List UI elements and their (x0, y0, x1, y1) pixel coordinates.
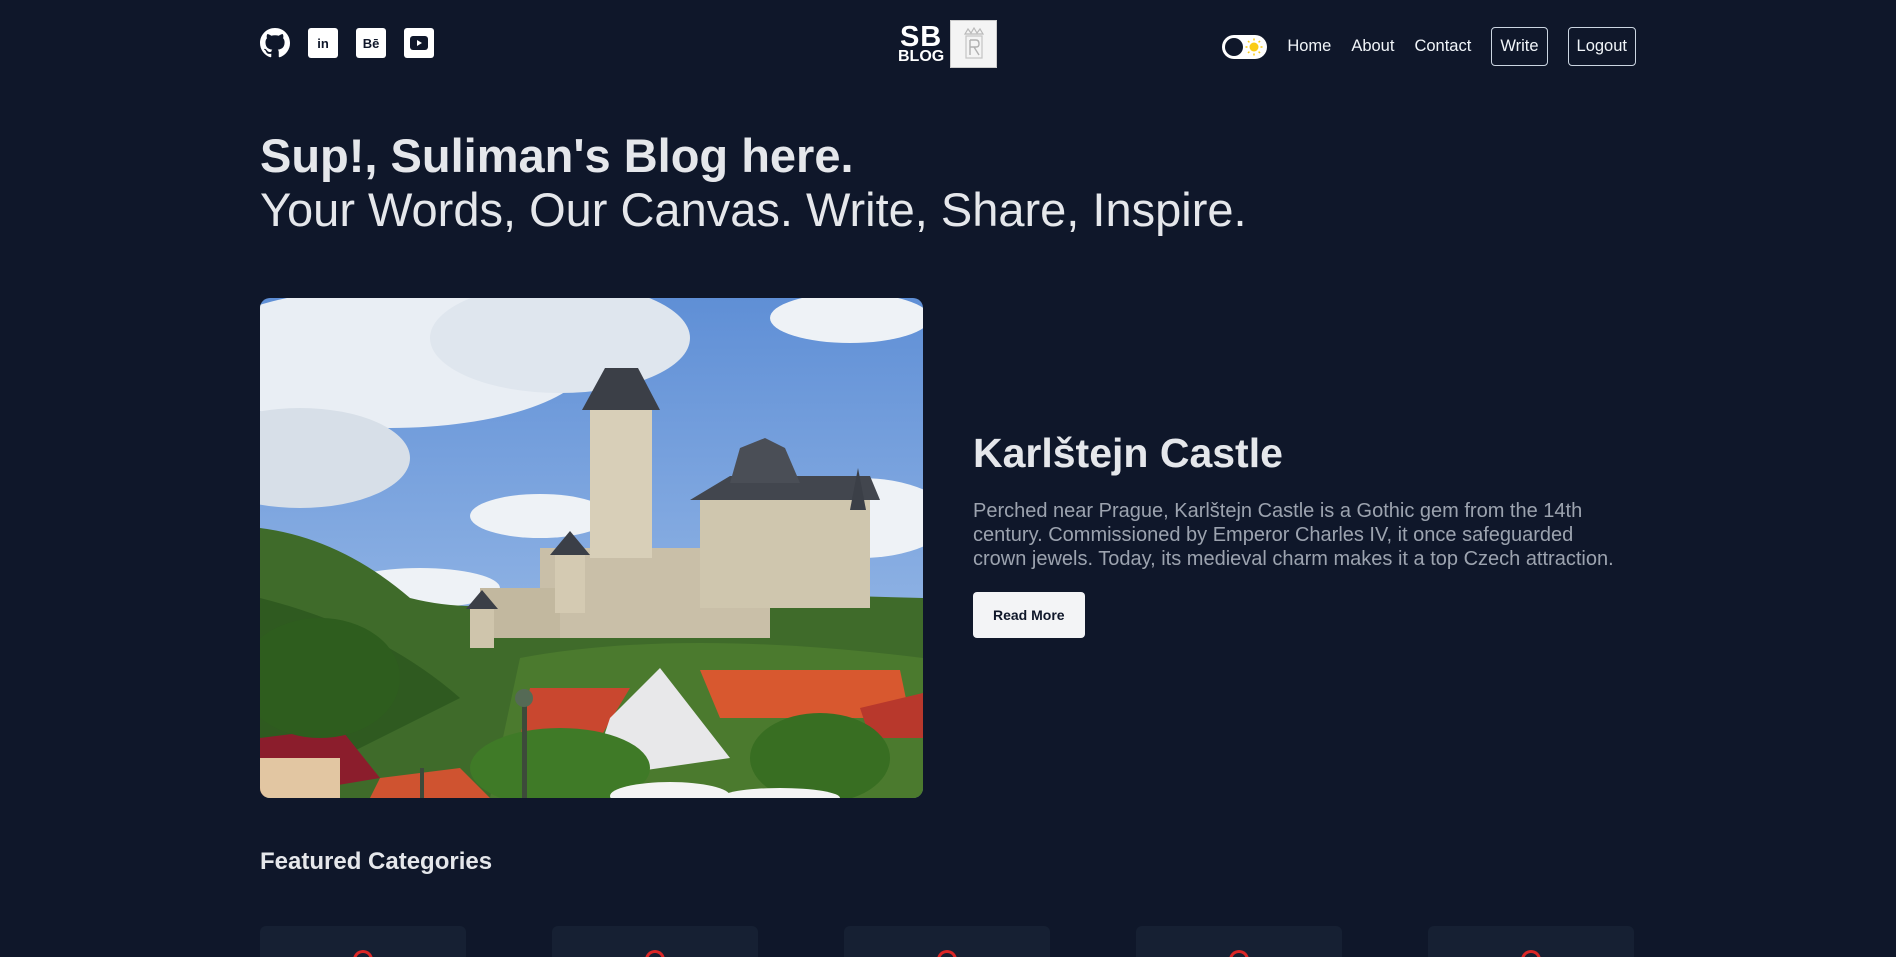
write-button[interactable]: Write (1491, 27, 1548, 66)
category-card[interactable] (1136, 926, 1342, 957)
behance-icon[interactable]: Bē (356, 28, 386, 58)
featured-image[interactable] (260, 298, 923, 798)
logo-text: SB BLOG (898, 20, 945, 65)
site-header: in Bē SB BLOG Home About Contact Write L… (260, 20, 1636, 68)
featured-post: Karlštejn Castle Perched near Prague, Ka… (973, 430, 1623, 638)
toggle-knob (1225, 37, 1244, 56)
sun-icon (1245, 38, 1263, 55)
youtube-icon[interactable] (404, 28, 434, 58)
nav-about[interactable]: About (1351, 37, 1394, 56)
category-icon (1521, 950, 1541, 957)
featured-description: Perched near Prague, Karlštejn Castle is… (973, 500, 1614, 570)
category-list (260, 926, 1634, 957)
category-card[interactable] (552, 926, 758, 957)
github-icon[interactable] (260, 28, 290, 58)
nav-home[interactable]: Home (1287, 37, 1331, 56)
category-icon (645, 950, 665, 957)
crest-icon (950, 20, 998, 68)
category-card[interactable] (1428, 926, 1634, 957)
nav-contact[interactable]: Contact (1414, 37, 1471, 56)
social-links: in Bē (260, 28, 434, 58)
category-card[interactable] (260, 926, 466, 957)
logout-button[interactable]: Logout (1567, 27, 1636, 66)
category-icon (353, 950, 373, 957)
site-logo[interactable]: SB BLOG (898, 20, 998, 68)
category-card[interactable] (844, 926, 1050, 957)
hero-subtitle: Your Words, Our Canvas. Write, Share, In… (260, 183, 1247, 236)
featured-title: Karlštejn Castle (973, 430, 1283, 476)
logo-line-1: SB (899, 20, 943, 53)
category-icon (937, 950, 957, 957)
linkedin-icon[interactable]: in (308, 28, 338, 58)
featured-categories-heading: Featured Categories (260, 848, 493, 875)
read-more-button[interactable]: Read More (973, 592, 1085, 638)
hero-title: Sup!, Suliman's Blog here. (260, 129, 854, 182)
theme-toggle[interactable] (1222, 34, 1268, 59)
category-icon (1229, 950, 1249, 957)
logo-line-2: BLOG (898, 47, 945, 65)
main-nav: Home About Contact Write Logout (1222, 27, 1636, 66)
